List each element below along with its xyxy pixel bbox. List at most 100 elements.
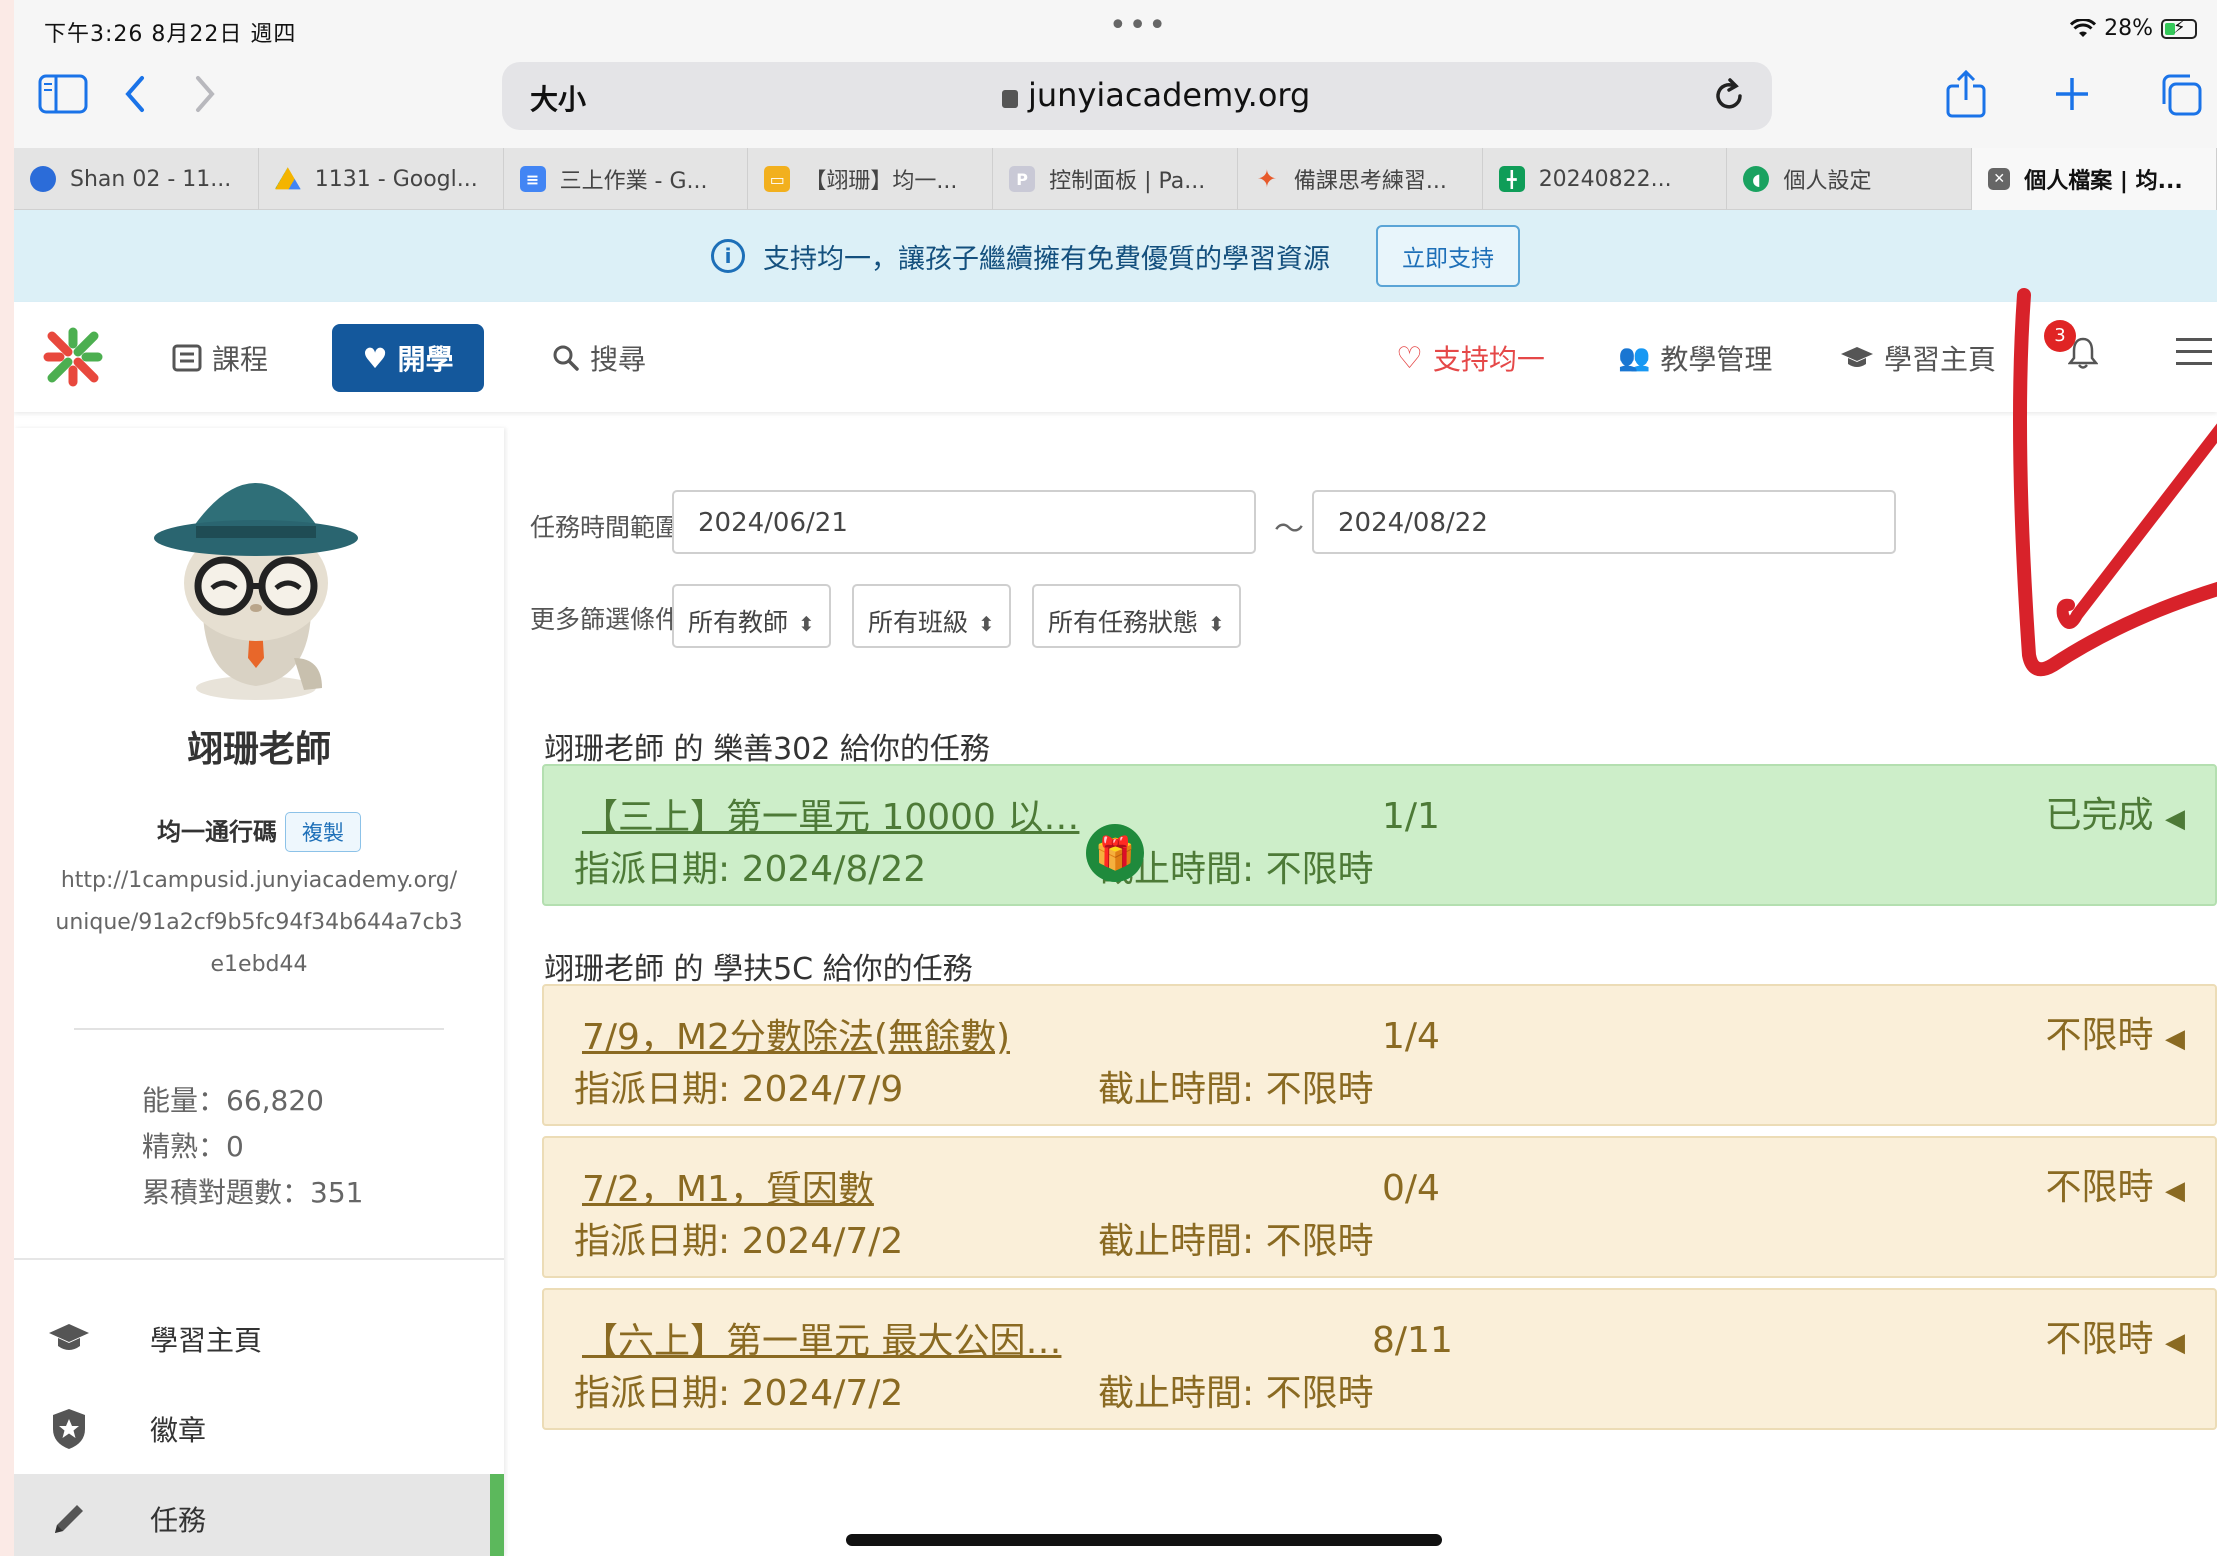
close-icon[interactable]: ✕	[1988, 168, 2011, 190]
gift-icon[interactable]: 🎁	[1086, 824, 1144, 882]
reload-icon[interactable]	[1712, 76, 1748, 116]
multitask-dots[interactable]: •••	[1109, 8, 1168, 43]
share-icon[interactable]	[1944, 68, 1988, 120]
task-assigned-date: 指派日期: 2024/7/9	[574, 1069, 904, 1110]
status-indicators: 28% ⚡	[2070, 16, 2197, 41]
lock-icon	[1002, 90, 1018, 108]
task-card[interactable]: 7/9，M2分數除法(無餘數) 1/4 指派日期: 2024/7/9 截止時間:…	[542, 984, 2217, 1126]
nav-courses-label: 課程	[212, 343, 269, 376]
new-tab-icon[interactable]	[2052, 74, 2092, 114]
start-date-input[interactable]: 2024/06/21	[672, 490, 1256, 554]
side-menu-badges[interactable]: 徽章	[14, 1384, 504, 1474]
google-sheets-icon: ╋	[1498, 166, 1525, 192]
caret-left-icon: ◀	[2165, 1176, 2185, 1206]
browser-tab[interactable]: ╋ 20240822...	[1483, 148, 1728, 210]
hamburger-menu-icon[interactable]	[2176, 338, 2212, 374]
side-menu-label: 徽章	[150, 1414, 207, 1447]
bell-icon[interactable]	[2068, 336, 2098, 370]
pass-code-url[interactable]: http://1campusid.junyiacademy.org/unique…	[54, 860, 464, 986]
nav-teaching-label: 教學管理	[1660, 343, 1773, 376]
battery-percent: 28%	[2104, 16, 2153, 41]
browser-tab[interactable]: ▭ 【翊珊】均一...	[748, 148, 994, 210]
browser-tab[interactable]: ◖ 個人設定	[1727, 148, 1973, 210]
task-name-link[interactable]: 7/9，M2分數除法(無餘數)	[582, 1008, 1010, 1060]
copy-button[interactable]: 複製	[285, 812, 361, 852]
class-select[interactable]: 所有班級 ⬍	[852, 584, 1011, 648]
nav-search[interactable]: 搜尋	[552, 338, 646, 378]
graduation-cap-icon	[49, 1324, 89, 1350]
task-assigned-date: 指派日期: 2024/7/2	[574, 1221, 904, 1262]
task-status-toggle[interactable]: 已完成 ◀	[2046, 786, 2185, 838]
pencil-icon	[55, 1505, 83, 1533]
nav-start-learning-button[interactable]: ♥ 開學	[332, 324, 484, 392]
task-status-toggle[interactable]: 不限時 ◀	[2046, 1158, 2185, 1210]
address-bar[interactable]: 大小 junyiacademy.org	[502, 62, 1772, 130]
nav-support-label: 支持均一	[1432, 343, 1545, 376]
side-menu-tasks[interactable]: 任務	[14, 1474, 504, 1556]
text-size-button[interactable]: 大小	[530, 78, 586, 118]
junyi-logo[interactable]	[42, 326, 104, 388]
people-icon: 👥	[1618, 343, 1651, 373]
nav-learning-home[interactable]: 學習主頁	[1840, 338, 1996, 378]
app-icon: ✦	[1256, 165, 1277, 193]
task-status: 不限時	[2045, 1015, 2154, 1056]
sidebar-icon[interactable]	[38, 74, 88, 114]
tab-label: Shan 02 - 11...	[70, 166, 232, 192]
tasks-main: 任務時間範圍： 2024/06/21 ～ 2024/08/22 更多篩選條件： …	[514, 428, 2217, 1556]
tab-strip: Shan 02 - 11... 1131 - Googl... ≡ 三上作業 - …	[14, 148, 2217, 210]
nav-learning-home-label: 學習主頁	[1884, 343, 1997, 376]
tab-label: 個人設定	[1783, 169, 1872, 194]
status-bar: 下午3:26 8月22日 週四 ••• 28% ⚡	[14, 0, 2217, 60]
side-menu-learning-home[interactable]: 學習主頁	[14, 1294, 504, 1384]
padlet-icon: P	[1009, 166, 1036, 192]
nav-support[interactable]: ♡ 支持均一	[1396, 338, 1545, 378]
heart-icon: ♥	[362, 341, 388, 375]
teacher-select[interactable]: 所有教師 ⬍	[672, 584, 831, 648]
energy-stat: 能量：66,820	[142, 1084, 324, 1117]
browser-tab[interactable]: ≡ 三上作業 - G...	[504, 148, 749, 210]
task-card-completed[interactable]: 【三上】第一單元 10000 以… 1/1 指派日期: 2024/8/22 截止…	[542, 764, 2217, 906]
side-menu-label: 學習主頁	[150, 1324, 263, 1357]
support-now-button[interactable]: 立即支持	[1376, 225, 1520, 287]
task-status-toggle[interactable]: 不限時 ◀	[2046, 1310, 2185, 1362]
task-progress: 0/4	[1382, 1168, 1440, 1209]
divider	[74, 1028, 444, 1030]
tabs-overview-icon[interactable]	[2158, 72, 2204, 118]
teacher-name: 翊珊老師	[186, 729, 331, 770]
task-card[interactable]: 7/2，M1，質因數 0/4 指派日期: 2024/7/2 截止時間: 不限時 …	[542, 1136, 2217, 1278]
status-select[interactable]: 所有任務狀態 ⬍	[1032, 584, 1241, 648]
side-menu-label: 任務	[150, 1504, 207, 1537]
browser-tab[interactable]: 1131 - Googl...	[259, 148, 504, 210]
nav-search-label: 搜尋	[590, 343, 647, 376]
nav-courses[interactable]: 課程	[172, 338, 268, 378]
status-time-date: 下午3:26 8月22日 週四	[44, 22, 297, 47]
battery-icon: ⚡	[2161, 17, 2197, 39]
banner-text: 支持均一，讓孩子繼續擁有免費優質的學習資源	[763, 243, 1330, 275]
task-deadline: 截止時間: 不限時	[1098, 1069, 1374, 1110]
task-card[interactable]: 【六上】第一單元 最大公因… 8/11 指派日期: 2024/7/2 截止時間:…	[542, 1288, 2217, 1430]
tab-label: 控制面板 | Pa...	[1049, 169, 1206, 194]
graduation-cap-icon	[1841, 347, 1873, 367]
home-indicator[interactable]	[846, 1534, 1442, 1546]
chrome-profile-icon	[30, 166, 56, 192]
task-status: 不限時	[2045, 1319, 2154, 1360]
task-name-link[interactable]: 【六上】第一單元 最大公因…	[582, 1312, 1061, 1364]
task-group-title: 翊珊老師 的 樂善302 給你的任務	[544, 732, 990, 767]
task-assigned-date: 指派日期: 2024/7/2	[574, 1373, 904, 1414]
task-status-toggle[interactable]: 不限時 ◀	[2046, 1006, 2185, 1058]
search-icon	[553, 345, 579, 371]
browser-tab-active[interactable]: ✕ 個人檔案 | 均...	[1972, 148, 2217, 210]
task-name-link[interactable]: 7/2，M1，質因數	[582, 1160, 874, 1212]
back-icon[interactable]	[120, 74, 150, 114]
google-docs-icon: ≡	[519, 166, 546, 192]
info-icon: i	[711, 239, 745, 273]
browser-tab[interactable]: Shan 02 - 11...	[14, 148, 259, 210]
task-name-link[interactable]: 【三上】第一單元 10000 以…	[582, 788, 1079, 840]
mastery-stat: 精熟：0	[142, 1130, 244, 1163]
task-group-title: 翊珊老師 的 學扶5C 給你的任務	[544, 952, 973, 987]
end-date-input[interactable]: 2024/08/22	[1312, 490, 1896, 554]
browser-tab[interactable]: ✦ 備課思考練習...	[1238, 148, 1483, 210]
forward-icon[interactable]	[190, 74, 220, 114]
browser-tab[interactable]: P 控制面板 | Pa...	[993, 148, 1238, 210]
nav-teaching-management[interactable]: 👥 教學管理	[1618, 338, 1772, 378]
